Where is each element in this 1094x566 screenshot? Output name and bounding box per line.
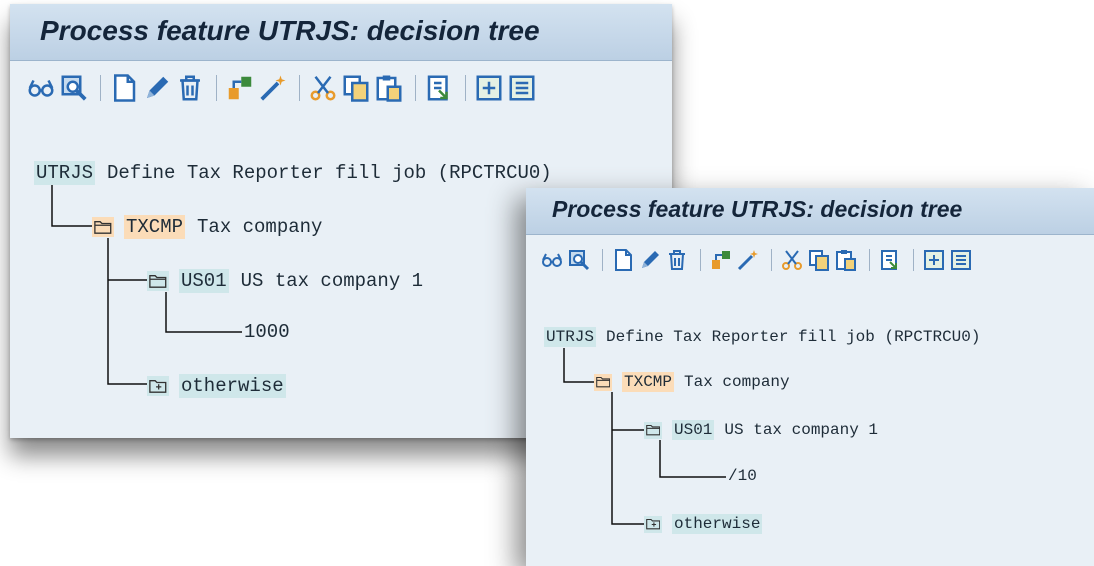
folder-open-icon bbox=[92, 217, 114, 237]
tree-root-node[interactable]: UTRJS Define Tax Reporter fill job (RPCT… bbox=[34, 161, 552, 185]
return-value-text: 1000 bbox=[244, 321, 290, 343]
tree-return-value[interactable]: 1000 bbox=[244, 321, 290, 343]
value-key: US01 bbox=[179, 269, 229, 293]
root-feature-key: UTRJS bbox=[34, 161, 96, 185]
folder-closed-icon bbox=[147, 376, 169, 396]
folder-open-icon bbox=[147, 271, 169, 291]
return-value-text: /10 bbox=[728, 467, 757, 485]
tree-feature-node[interactable]: TXCMP Tax company bbox=[92, 215, 322, 239]
root-feature-key: UTRJS bbox=[544, 327, 597, 347]
value-text: US tax company 1 bbox=[240, 270, 424, 292]
folder-open-icon bbox=[594, 373, 612, 391]
folder-closed-icon bbox=[644, 515, 662, 533]
value-text: US tax company 1 bbox=[724, 421, 879, 439]
tree-otherwise-node[interactable]: otherwise bbox=[644, 514, 763, 534]
decision-tree: UTRJS Define Tax Reporter fill job (RPCT… bbox=[526, 188, 1094, 566]
tree-return-value[interactable]: /10 bbox=[728, 467, 757, 485]
otherwise-label: otherwise bbox=[179, 374, 286, 398]
feature-key: TXCMP bbox=[124, 215, 186, 239]
tree-otherwise-node[interactable]: otherwise bbox=[147, 374, 286, 398]
root-feature-text: Define Tax Reporter fill job (RPCTRCU0) bbox=[107, 162, 552, 184]
tree-value-node[interactable]: US01 US tax company 1 bbox=[644, 420, 878, 440]
root-feature-text: Define Tax Reporter fill job (RPCTRCU0) bbox=[606, 328, 981, 346]
otherwise-label: otherwise bbox=[672, 514, 763, 534]
decision-tree-window-2: Process feature UTRJS: decision tree UTR… bbox=[526, 188, 1094, 566]
folder-open-icon bbox=[644, 421, 662, 439]
feature-text: Tax company bbox=[684, 373, 790, 391]
tree-feature-node[interactable]: TXCMP Tax company bbox=[594, 372, 790, 392]
value-key: US01 bbox=[672, 420, 715, 440]
tree-value-node[interactable]: US01 US tax company 1 bbox=[147, 269, 423, 293]
feature-key: TXCMP bbox=[622, 372, 675, 392]
tree-root-node[interactable]: UTRJS Define Tax Reporter fill job (RPCT… bbox=[544, 327, 980, 347]
feature-text: Tax company bbox=[197, 216, 323, 238]
